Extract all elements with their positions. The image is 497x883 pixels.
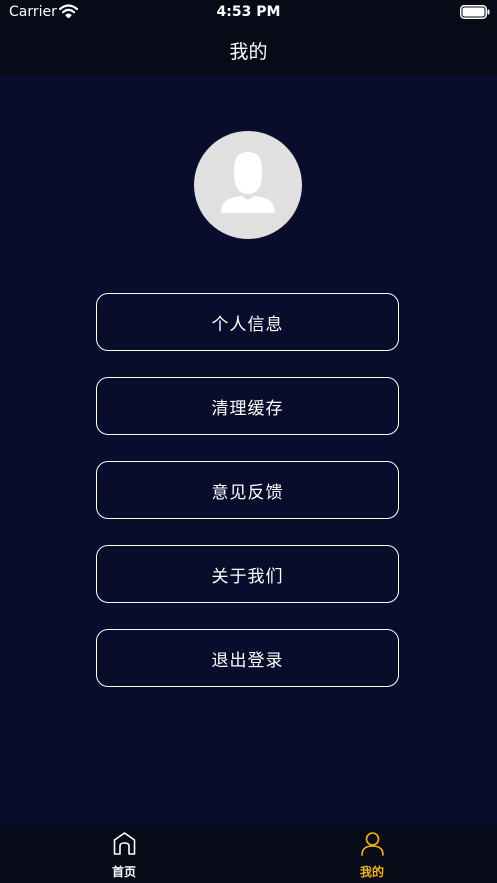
battery-icon bbox=[460, 5, 490, 19]
default-user-icon bbox=[221, 152, 275, 213]
page-title: 我的 bbox=[229, 41, 268, 63]
tab-home-label: 首页 bbox=[111, 865, 136, 879]
tab-mine-label: 我的 bbox=[359, 865, 384, 879]
about-us-button[interactable]: 关于我们 bbox=[96, 545, 399, 603]
tab-mine[interactable]: 我的 bbox=[312, 825, 432, 883]
avatar[interactable] bbox=[194, 131, 302, 239]
logout-button[interactable]: 退出登录 bbox=[96, 629, 399, 687]
home-icon bbox=[113, 832, 136, 855]
status-time: 4:53 PM bbox=[216, 4, 281, 20]
tab-home[interactable]: 首页 bbox=[64, 825, 184, 883]
clear-cache-button[interactable]: 清理缓存 bbox=[96, 377, 399, 435]
navigation-bar: 我的 bbox=[0, 26, 497, 76]
tab-bar: 首页 我的 bbox=[0, 825, 497, 883]
personal-info-button[interactable]: 个人信息 bbox=[96, 293, 399, 351]
status-bar: Carrier 4:53 PM bbox=[0, 0, 497, 26]
feedback-button[interactable]: 意见反馈 bbox=[96, 461, 399, 519]
person-icon bbox=[361, 832, 384, 856]
